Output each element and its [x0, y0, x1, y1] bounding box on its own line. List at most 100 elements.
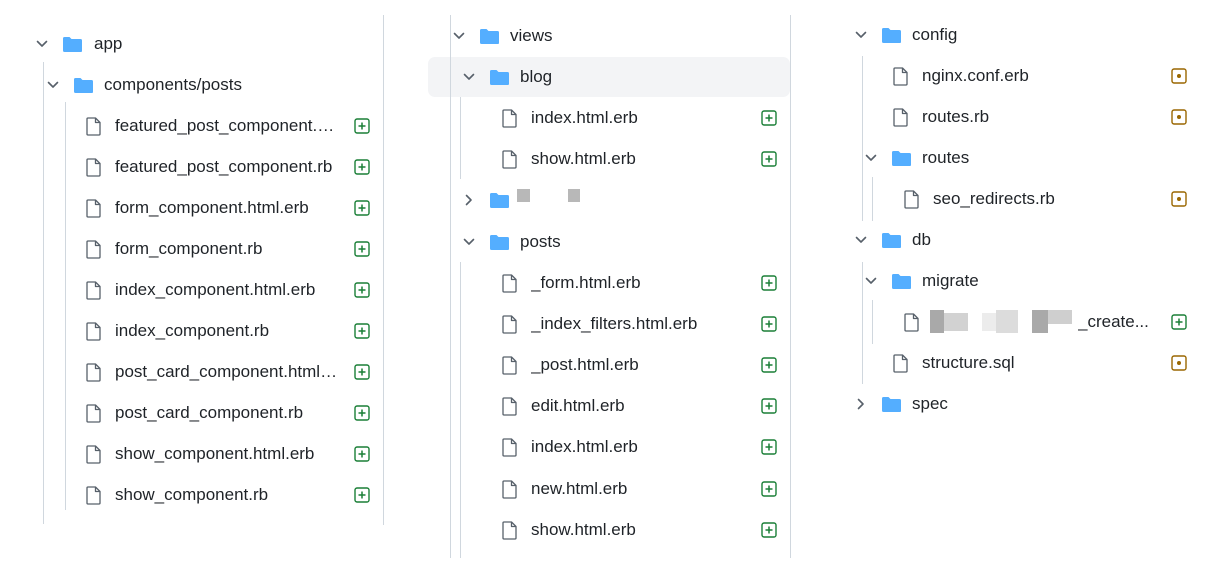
file-label: show.html.erb	[531, 149, 636, 168]
diff-added-icon	[761, 439, 777, 455]
diff-added-icon	[761, 522, 777, 538]
tree-folder-routes[interactable]: routes	[832, 140, 1202, 176]
diff-added-icon	[354, 487, 370, 503]
chevron-down-icon[interactable]	[462, 235, 476, 249]
tree-folder-views[interactable]: views	[420, 18, 790, 54]
tree-file[interactable]: index.html.erb	[420, 100, 790, 136]
tree-file[interactable]: _form.html.erb	[420, 265, 790, 301]
tree-file[interactable]: show_component.html.erb	[0, 436, 380, 472]
diff-added-icon	[354, 241, 370, 257]
file-label: new.html.erb	[531, 479, 628, 498]
file-icon	[502, 273, 517, 293]
column-divider	[790, 15, 791, 558]
folder-icon	[881, 232, 902, 249]
diff-added-icon	[761, 398, 777, 414]
tree-file[interactable]: post_card_component.html.erb	[0, 354, 380, 390]
file-label: index.html.erb	[531, 108, 638, 127]
file-label: post_card_component.rb	[115, 403, 304, 422]
tree-file[interactable]: _post.html.erb	[420, 347, 790, 383]
tree-file[interactable]: routes.rb	[832, 99, 1202, 135]
file-label: routes.rb	[922, 107, 990, 126]
redacted-text	[568, 189, 580, 202]
tree-file[interactable]: new.html.erb	[420, 471, 790, 507]
tree-folder-config[interactable]: config	[832, 17, 1202, 53]
tree-file[interactable]: edit.html.erb	[420, 388, 790, 424]
tree-folder-redacted[interactable]	[420, 182, 790, 218]
diff-added-icon	[1171, 314, 1187, 330]
folder-label: posts	[520, 232, 561, 251]
file-label: index.html.erb	[531, 437, 638, 456]
diff-added-icon	[761, 275, 777, 291]
tree-folder-app[interactable]: app	[0, 26, 380, 62]
chevron-right-icon[interactable]	[854, 397, 868, 411]
chevron-down-icon[interactable]	[462, 70, 476, 84]
chevron-down-icon[interactable]	[854, 28, 868, 42]
tree-file[interactable]: nginx.conf.erb	[832, 58, 1202, 94]
file-icon	[86, 444, 101, 464]
tree-folder-components-posts[interactable]: components/posts	[0, 67, 380, 103]
tree-file[interactable]: show_component.rb	[0, 477, 380, 513]
chevron-right-icon[interactable]	[462, 193, 476, 207]
diff-added-icon	[761, 316, 777, 332]
tree-folder-blog[interactable]: blog	[420, 59, 790, 95]
tree-file[interactable]: show.html.erb	[420, 512, 790, 548]
chevron-down-icon[interactable]	[864, 151, 878, 165]
file-icon	[86, 198, 101, 218]
folder-icon	[489, 69, 510, 86]
file-icon	[86, 403, 101, 423]
file-tree-column-views: views blog index.html.erb show.html.erb …	[420, 0, 800, 563]
file-icon	[502, 355, 517, 375]
diff-modified-icon	[1171, 355, 1187, 371]
diff-modified-icon	[1171, 68, 1187, 84]
tree-folder-spec[interactable]: spec	[832, 386, 1202, 422]
file-icon	[86, 362, 101, 382]
file-icon	[86, 321, 101, 341]
folder-label: db	[912, 230, 931, 249]
file-icon	[86, 157, 101, 177]
file-label: show.html.erb	[531, 520, 636, 539]
tree-file[interactable]: form_component.rb	[0, 231, 380, 267]
folder-icon	[891, 150, 912, 167]
redacted-text	[1032, 310, 1048, 333]
chevron-down-icon[interactable]	[46, 78, 60, 92]
file-icon	[502, 437, 517, 457]
chevron-down-icon[interactable]	[35, 37, 49, 51]
chevron-down-icon[interactable]	[854, 233, 868, 247]
tree-file[interactable]: show.html.erb	[420, 141, 790, 177]
folder-label: spec	[912, 394, 948, 413]
folder-icon	[479, 28, 500, 45]
tree-file[interactable]: seo_redirects.rb	[832, 181, 1202, 217]
file-label: _post.html.erb	[531, 355, 639, 374]
file-icon	[502, 108, 517, 128]
tree-file[interactable]: _index_filters.html.erb	[420, 306, 790, 342]
tree-file[interactable]: index_component.html.erb	[0, 272, 380, 308]
tree-file[interactable]: structure.sql	[832, 345, 1202, 381]
redacted-text	[996, 310, 1018, 333]
tree-folder-posts[interactable]: posts	[420, 224, 790, 260]
tree-file[interactable]: index_component.rb	[0, 313, 380, 349]
chevron-down-icon[interactable]	[864, 274, 878, 288]
tree-file[interactable]: featured_post_component.html.erb	[0, 108, 380, 144]
file-icon	[904, 189, 919, 209]
folder-icon	[62, 36, 83, 53]
file-icon	[86, 239, 101, 259]
tree-file[interactable]: featured_post_component.rb	[0, 149, 380, 185]
tree-file[interactable]: form_component.html.erb	[0, 190, 380, 226]
tree-file[interactable]: post_card_component.rb	[0, 395, 380, 431]
tree-file[interactable]: index.html.erb	[420, 429, 790, 465]
file-label: _form.html.erb	[531, 273, 641, 292]
tree-folder-migrate[interactable]: migrate	[832, 263, 1202, 299]
folder-icon	[73, 77, 94, 94]
folder-icon	[881, 27, 902, 44]
file-icon	[502, 149, 517, 169]
file-label: index_component.html.erb	[115, 280, 316, 299]
tree-file[interactable]: _create...	[832, 304, 1202, 340]
tree-folder-db[interactable]: db	[832, 222, 1202, 258]
diff-added-icon	[354, 364, 370, 380]
chevron-down-icon[interactable]	[452, 29, 466, 43]
diff-added-icon	[761, 481, 777, 497]
file-tree-column-app: app components/posts featured_post_compo…	[0, 0, 400, 563]
file-label: _index_filters.html.erb	[531, 314, 698, 333]
diff-added-icon	[354, 405, 370, 421]
file-label: form_component.rb	[115, 239, 263, 258]
